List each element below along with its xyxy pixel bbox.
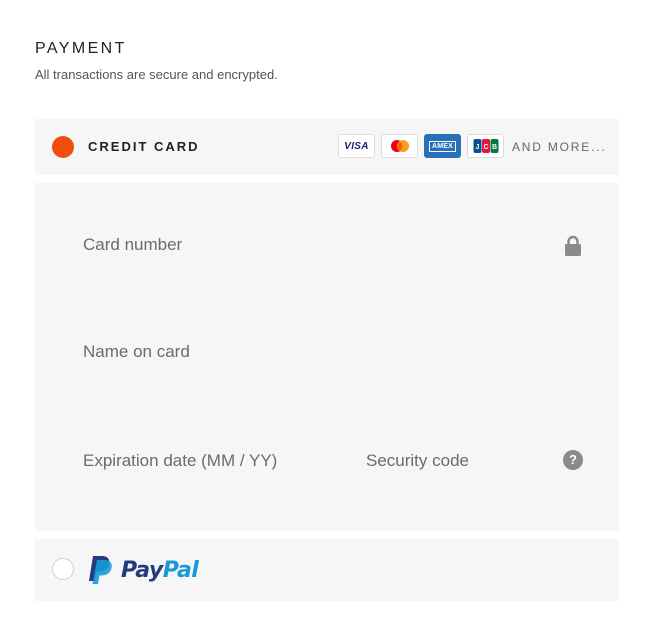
mastercard-icon xyxy=(381,134,418,158)
section-title: PAYMENT xyxy=(35,40,127,57)
section-subtitle: All transactions are secure and encrypte… xyxy=(35,67,278,82)
paypal-mark-icon xyxy=(89,556,112,584)
paypal-wordmark-pal: Pal xyxy=(162,557,199,583)
svg-text:B: B xyxy=(491,144,496,151)
amex-icon: AMEX xyxy=(424,134,461,158)
lock-icon xyxy=(564,235,582,257)
credit-card-label: CREDIT CARD xyxy=(88,139,200,154)
name-on-card-field[interactable]: Name on card xyxy=(83,342,190,362)
card-number-field[interactable]: Card number xyxy=(83,235,182,255)
credit-card-radio[interactable] xyxy=(52,136,74,158)
visa-icon: VISA xyxy=(338,134,375,158)
visa-text: VISA xyxy=(344,140,369,152)
expiration-date-field[interactable]: Expiration date (MM / YY) xyxy=(83,451,277,471)
svg-text:J: J xyxy=(475,144,479,151)
help-icon[interactable]: ? xyxy=(563,450,583,470)
paypal-radio[interactable] xyxy=(52,558,74,580)
paypal-wordmark-pay: Pay xyxy=(121,557,163,583)
svg-text:C: C xyxy=(483,144,488,151)
and-more-label: AND MORE... xyxy=(512,140,607,154)
paypal-option[interactable]: PayPal xyxy=(35,539,619,601)
credit-card-option[interactable]: CREDIT CARD VISA AMEX J C B AND MORE... xyxy=(35,119,619,175)
jcb-icon: J C B xyxy=(467,134,504,158)
paypal-wordmark: PayPal xyxy=(121,557,199,583)
security-code-field[interactable]: Security code xyxy=(366,451,469,471)
paypal-logo: PayPal xyxy=(87,555,199,585)
amex-text: AMEX xyxy=(428,140,457,152)
credit-card-form: Card number Name on card Expiration date… xyxy=(35,183,619,531)
